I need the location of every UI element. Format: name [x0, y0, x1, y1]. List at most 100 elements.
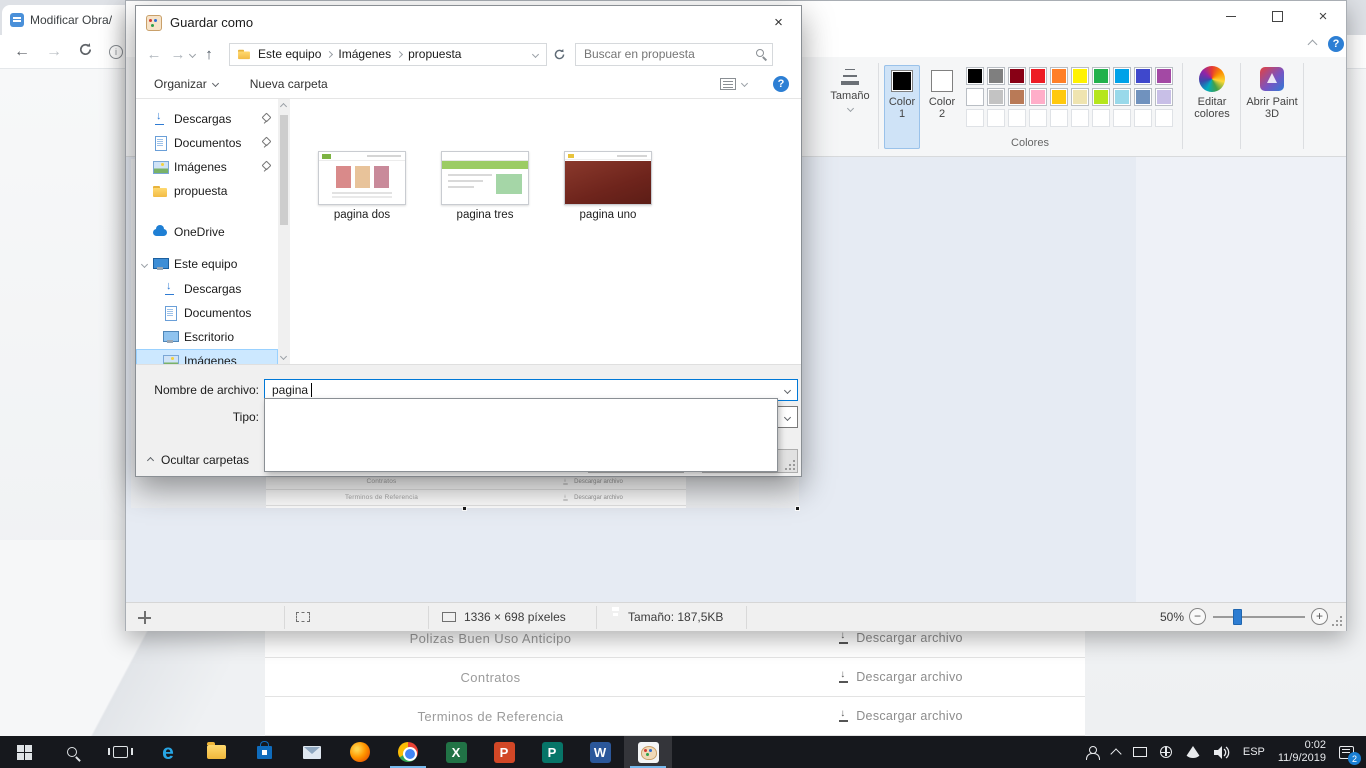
taskbar-firefox[interactable]	[336, 736, 384, 768]
maximize-button[interactable]	[1254, 1, 1300, 31]
taskbar-paint[interactable]	[624, 736, 672, 768]
sidebar-item-onedrive[interactable]: OneDrive	[136, 220, 278, 244]
zoom-slider-thumb[interactable]	[1233, 609, 1242, 625]
new-folder-button[interactable]: Nueva carpeta	[242, 74, 336, 94]
sidebar-item-descargas[interactable]: Descargas	[136, 107, 278, 131]
task-view-button[interactable]	[96, 736, 144, 768]
dialog-titlebar[interactable]: Guardar como ×	[136, 6, 801, 39]
file-pagina-tres[interactable]: pagina tres	[440, 151, 530, 221]
palette-color-swatch[interactable]	[1071, 88, 1089, 106]
language-indicator[interactable]: ESP	[1243, 746, 1265, 758]
palette-color-swatch[interactable]	[966, 88, 984, 106]
taskbar-publisher[interactable]	[528, 736, 576, 768]
sidebar-item-este-equipo[interactable]: Este equipo	[136, 252, 278, 276]
filetype-dropdown-button[interactable]	[778, 408, 796, 426]
taskbar-word[interactable]	[576, 736, 624, 768]
taskbar-mail[interactable]	[288, 736, 336, 768]
palette-color-swatch[interactable]	[1008, 88, 1026, 106]
palette-color-swatch[interactable]	[1029, 67, 1047, 85]
palette-empty-slot[interactable]	[1029, 109, 1047, 127]
sidebar-item-escritorio[interactable]: Escritorio	[136, 325, 278, 349]
file-pagina-uno[interactable]: pagina uno	[563, 151, 653, 221]
canvas-resize-handle-bottom[interactable]	[462, 506, 467, 511]
open-paint3d-button[interactable]: Abrir Paint 3D	[1245, 63, 1299, 120]
palette-color-swatch[interactable]	[1050, 67, 1068, 85]
palette-color-swatch[interactable]	[1008, 67, 1026, 85]
dialog-close-button[interactable]: ×	[756, 6, 801, 39]
taskbar-powerpoint[interactable]	[480, 736, 528, 768]
palette-color-swatch[interactable]	[1134, 67, 1152, 85]
palette-empty-slot[interactable]	[966, 109, 984, 127]
browser-back-icon[interactable]: ←	[14, 44, 30, 60]
refresh-icon[interactable]	[547, 42, 571, 66]
palette-empty-slot[interactable]	[1008, 109, 1026, 127]
palette-empty-slot[interactable]	[987, 109, 1005, 127]
sidebar-scrollbar[interactable]	[278, 99, 290, 364]
taskbar-excel[interactable]	[432, 736, 480, 768]
breadcrumb-item[interactable]: Este equipo	[258, 47, 321, 61]
palette-empty-slot[interactable]	[1134, 109, 1152, 127]
taskbar-chrome[interactable]	[384, 736, 432, 768]
search-input[interactable]: Buscar en propuesta	[575, 43, 773, 66]
taskbar-store[interactable]	[240, 736, 288, 768]
filename-autocomplete-dropdown[interactable]	[264, 398, 778, 472]
scroll-down-icon[interactable]	[280, 353, 287, 360]
palette-empty-slot[interactable]	[1050, 109, 1068, 127]
browser-tab[interactable]: Modificar Obra/	[2, 5, 132, 35]
sidebar-item-propuesta[interactable]: propuesta	[136, 179, 278, 203]
zoom-slider[interactable]	[1213, 603, 1305, 632]
address-breadcrumb[interactable]: Este equipo Imágenes propuesta	[229, 43, 547, 66]
download-link[interactable]: Descargar archivo	[716, 709, 1085, 723]
browser-forward-icon[interactable]: →	[46, 44, 62, 60]
clock[interactable]: 0:02 11/9/2019	[1278, 739, 1326, 765]
palette-empty-slot[interactable]	[1113, 109, 1131, 127]
dialog-help-icon[interactable]: ?	[773, 76, 789, 92]
taskbar-search-button[interactable]	[48, 736, 96, 768]
file-pagina-dos[interactable]: pagina dos	[317, 151, 407, 221]
tray-expand-icon[interactable]	[1110, 748, 1121, 759]
palette-color-swatch[interactable]	[1113, 67, 1131, 85]
taskbar-file-explorer[interactable]	[192, 736, 240, 768]
network-globe-icon[interactable]	[1160, 746, 1172, 758]
palette-color-swatch[interactable]	[1092, 88, 1110, 106]
palette-empty-slot[interactable]	[1092, 109, 1110, 127]
canvas-resize-handle-corner[interactable]	[795, 506, 800, 511]
palette-color-swatch[interactable]	[1155, 88, 1173, 106]
palette-color-swatch[interactable]	[1113, 88, 1131, 106]
scrollbar-thumb[interactable]	[280, 115, 288, 225]
dialog-resize-grip[interactable]	[785, 460, 797, 472]
nav-forward-icon[interactable]: →	[166, 42, 190, 66]
volume-icon[interactable]	[1214, 746, 1230, 759]
palette-color-swatch[interactable]	[1029, 88, 1047, 106]
scroll-up-icon[interactable]	[280, 103, 287, 110]
palette-color-swatch[interactable]	[966, 67, 984, 85]
breadcrumb-item[interactable]: propuesta	[408, 47, 461, 61]
organize-button[interactable]: Organizar	[146, 74, 226, 94]
sidebar-item-documentos-sub[interactable]: Documentos	[136, 301, 278, 325]
zoom-in-button[interactable]: +	[1311, 608, 1328, 625]
download-link[interactable]: Descargar archivo	[716, 670, 1085, 684]
expand-chevron-icon[interactable]	[140, 260, 147, 267]
hide-folders-button[interactable]: Ocultar carpetas	[148, 453, 249, 467]
nav-history-chevron-icon[interactable]	[189, 50, 196, 57]
browser-reload-icon[interactable]	[78, 42, 93, 61]
close-button[interactable]: ×	[1300, 1, 1346, 31]
palette-empty-slot[interactable]	[1071, 109, 1089, 127]
size-button[interactable]: Tamaño	[826, 65, 874, 111]
sidebar-item-documentos[interactable]: Documentos	[136, 131, 278, 155]
palette-empty-slot[interactable]	[1155, 109, 1173, 127]
wifi-icon[interactable]	[1185, 746, 1201, 758]
nav-up-icon[interactable]: ↑	[197, 42, 221, 66]
sidebar-item-imagenes[interactable]: Imágenes	[136, 155, 278, 179]
palette-color-swatch[interactable]	[987, 88, 1005, 106]
download-link[interactable]: Descargar archivo	[716, 631, 1085, 645]
palette-color-swatch[interactable]	[987, 67, 1005, 85]
nav-back-icon[interactable]: ←	[142, 42, 166, 66]
start-button[interactable]	[0, 736, 48, 768]
site-info-icon[interactable]: i	[109, 45, 123, 59]
sidebar-item-descargas-sub[interactable]: Descargas	[136, 277, 278, 301]
filename-dropdown-button[interactable]	[778, 381, 796, 399]
paint-help-icon[interactable]: ?	[1328, 36, 1344, 52]
people-icon[interactable]	[1085, 746, 1099, 758]
palette-color-swatch[interactable]	[1134, 88, 1152, 106]
